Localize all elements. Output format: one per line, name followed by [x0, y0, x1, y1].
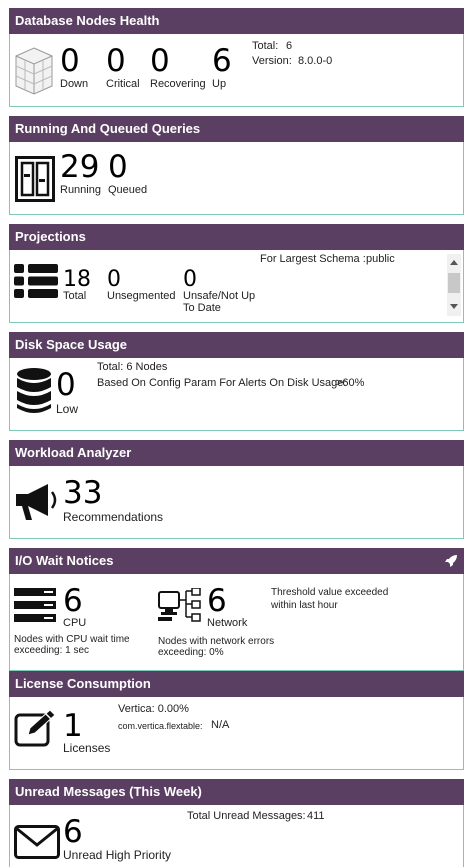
unsegmented-label: Unsegmented	[107, 290, 176, 302]
running-label: Running	[60, 184, 101, 196]
high-priority-count: 6	[63, 814, 83, 850]
panel-title: License Consumption	[9, 671, 464, 697]
panel-license-consumption: License Consumption 1 Licenses Vertica: …	[9, 671, 464, 770]
up-label: Up	[212, 78, 227, 90]
server-rack-icon	[15, 156, 55, 202]
critical-count: 0	[106, 43, 126, 79]
unsafe-label-line2: To Date	[183, 302, 221, 314]
running-count: 29	[60, 149, 100, 185]
cpu-label: CPU	[63, 617, 87, 629]
total-unread-label: Total Unread Messages:	[187, 810, 306, 822]
panel-title: I/O Wait Notices	[9, 548, 464, 574]
version-label: Version:	[252, 55, 292, 67]
panel-title: Projections	[9, 224, 464, 250]
total-label: Total:	[252, 40, 279, 52]
edit-pencil-icon	[14, 709, 56, 747]
panel-title: Disk Space Usage	[9, 332, 464, 358]
cpu-server-icon	[14, 588, 56, 622]
scrollbar-thumb[interactable]	[448, 273, 460, 293]
largest-schema-value: public	[366, 253, 395, 265]
panel-database-nodes-health: Database Nodes Health 0 Down 0 Critical …	[9, 8, 464, 107]
total-label: Total	[63, 290, 87, 302]
licenses-label: Licenses	[63, 741, 111, 755]
network-note: Nodes with network errors	[158, 636, 275, 647]
database-cube-icon	[15, 47, 53, 95]
critical-label: Critical	[106, 78, 140, 90]
unsafe-label: Unsafe/Not Up	[183, 290, 256, 302]
disk-total-line: Total: 6 Nodes	[97, 361, 168, 373]
high-priority-label: Unread High Priority	[63, 848, 172, 862]
flextable-label: com.vertica.flextable:	[118, 721, 203, 731]
panel-title: Unread Messages (This Week)	[9, 779, 464, 805]
threshold-note-line2: within last hour	[271, 600, 338, 611]
megaphone-icon	[16, 484, 57, 520]
largest-schema-label: For Largest Schema :	[260, 253, 366, 265]
disk-config-value: >60%	[336, 377, 365, 389]
rocket-icon[interactable]	[444, 554, 458, 568]
total-value: 6	[286, 40, 293, 52]
panel-title: Workload Analyzer	[9, 440, 464, 466]
disk-usage-value: 0	[56, 367, 76, 403]
scroll-down-arrow-icon[interactable]	[450, 304, 458, 309]
projections-scrollbar[interactable]	[447, 254, 461, 316]
panel-title: Database Nodes Health	[9, 8, 464, 34]
network-icon	[158, 588, 201, 622]
panel-projections: Projections 18 Total 0 Unsegmented 0 Uns…	[9, 224, 464, 323]
queued-label: Queued	[108, 184, 148, 196]
envelope-icon	[14, 825, 60, 859]
scroll-up-arrow-icon[interactable]	[450, 260, 458, 265]
disk-usage-label: Low	[56, 402, 79, 416]
list-icon	[14, 264, 58, 298]
network-label: Network	[207, 617, 248, 629]
panel-disk-space-usage: Disk Space Usage 0 Low Total: 6 Nodes Ba…	[9, 332, 464, 431]
network-count: 6	[207, 583, 227, 619]
cpu-note: Nodes with CPU wait time	[14, 634, 130, 645]
recovering-count: 0	[150, 43, 170, 79]
vertica-usage: Vertica: 0.00%	[118, 703, 189, 715]
network-note-line2: exceeding: 0%	[158, 647, 224, 658]
panel-unread-messages: Unread Messages (This Week) 6 Unread Hig…	[9, 779, 464, 867]
total-unread-value: 411	[307, 810, 325, 822]
disk-config-line: Based On Config Param For Alerts On Disk…	[97, 377, 347, 389]
panel-io-wait-notices: I/O Wait Notices 6 CPU Nodes with CPU wa…	[9, 548, 464, 671]
cpu-count: 6	[63, 583, 83, 619]
recommendations-label: Recommendations	[63, 510, 164, 524]
database-stack-icon	[17, 368, 51, 413]
panel-title: Running And Queued Queries	[9, 116, 464, 142]
panel-workload-analyzer: Workload Analyzer 33 Recommendations	[9, 440, 464, 539]
threshold-note: Threshold value exceeded	[271, 587, 389, 598]
flextable-value: N/A	[211, 719, 230, 731]
panel-title-text: I/O Wait Notices	[15, 553, 114, 568]
version-value: 8.0.0-0	[298, 55, 333, 67]
queued-count: 0	[108, 149, 128, 185]
recommendations-count: 33	[63, 475, 103, 511]
up-count: 6	[212, 43, 232, 79]
recovering-label: Recovering	[150, 78, 206, 90]
down-label: Down	[60, 78, 89, 90]
down-count: 0	[60, 43, 80, 79]
cpu-note-line2: exceeding: 1 sec	[14, 645, 90, 656]
licenses-count: 1	[63, 708, 83, 744]
panel-running-queued-queries: Running And Queued Queries 29 Running 0 …	[9, 116, 464, 215]
